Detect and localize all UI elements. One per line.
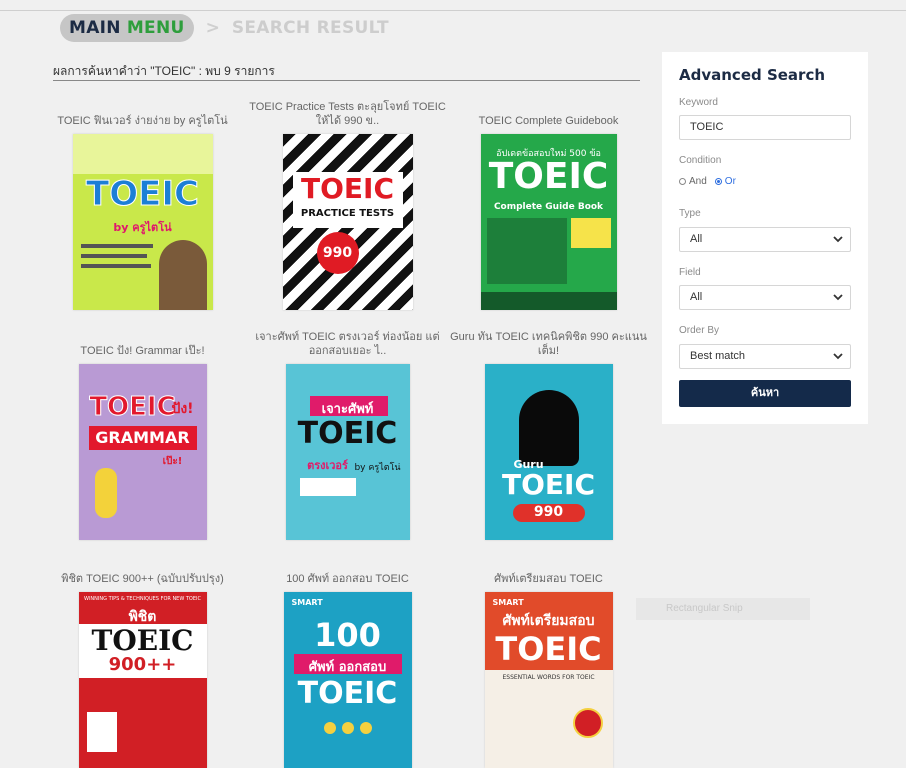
book-title[interactable]: เจาะศัพท์ TOEIC ตรงเวอร์ ท่องน้อย แต่ออก… (245, 328, 450, 358)
book-title[interactable]: 100 ศัพท์ ออกสอบ TOEIC (245, 556, 450, 586)
field-label: Field (679, 267, 701, 278)
cover-score: 990 (533, 504, 564, 520)
advanced-search-panel: Advanced Search Keyword TOEIC Condition … (662, 52, 868, 424)
cover-subtitle: GRAMMAR (95, 428, 190, 447)
snip-overlay-label: Rectangular Snip (636, 598, 810, 620)
cover-title: TOEIC (502, 468, 595, 501)
field-select-value: All (690, 291, 703, 303)
cover-publisher: SMART (492, 598, 524, 607)
book-card[interactable]: เจาะศัพท์ TOEIC ตรงเวอร์ ท่องน้อย แต่ออก… (245, 328, 450, 540)
cover-title: TOEIC (495, 630, 602, 668)
condition-and-label[interactable]: And (689, 176, 707, 187)
cover-portrait (158, 240, 207, 310)
book-cover[interactable]: SMART 100 ศัพท์ ออกสอบ TOEIC (283, 592, 412, 768)
book-title[interactable]: ศัพท์เตรียมสอบ TOEIC (446, 556, 651, 586)
cover-subtitle: ศัพท์ ออกสอบ (308, 660, 387, 675)
breadcrumb-current: SEARCH RESULT (231, 18, 389, 38)
book-card[interactable]: TOEIC ปัง! Grammar เป๊ะ! TOEIC ปัง! GRAM… (40, 328, 245, 540)
cover-mid-text: ศัพท์เตรียมสอบ (502, 613, 595, 629)
keyword-label: Keyword (679, 97, 718, 108)
cover-title: TOEIC (301, 172, 394, 205)
cover-title: TOEIC (488, 156, 609, 197)
result-heading: ผลการค้นหาคำว่า "TOEIC" : พบ 9 รายการ (53, 62, 640, 81)
order-by-select[interactable]: Best match (679, 344, 851, 369)
top-divider (0, 10, 906, 11)
type-select-value: All (690, 233, 703, 245)
book-title[interactable]: พิชิต TOEIC 900++ (ฉบับปรับปรุง) (40, 556, 245, 586)
cover-people-strip (72, 134, 213, 174)
type-select[interactable]: All (679, 227, 851, 252)
snip-overlay-text: Rectangular Snip (666, 603, 743, 614)
book-title[interactable]: TOEIC ปัง! Grammar เป๊ะ! (40, 328, 245, 358)
cover-title: TOEIC (297, 416, 398, 451)
book-card[interactable]: TOEIC Practice Tests ตะลุยโจทย์ TOEIC ให… (245, 98, 450, 310)
book-title[interactable]: TOEIC Complete Guidebook (446, 98, 651, 128)
breadcrumb: MAIN MENU > SEARCH RESULT (60, 13, 389, 43)
book-card[interactable]: TOEIC Complete Guidebook อัปเดตข้อสอบใหม… (446, 98, 651, 310)
cover-top-text: WINNING TIPS & TECHNIQUES FOR NEW TOEIC (84, 596, 201, 602)
book-card[interactable]: ศัพท์เตรียมสอบ TOEIC SMART ศัพท์เตรียมสอ… (446, 556, 651, 768)
cover-score-badge: 990 (316, 232, 359, 274)
condition-label: Condition (679, 155, 722, 166)
cover-portrait (518, 390, 579, 466)
cover-subtitle: ESSENTIAL WORDS FOR TOEIC (502, 674, 595, 681)
cover-subtitle-2: เป๊ะ! (162, 456, 183, 467)
condition-radio-group: And Or (679, 176, 736, 187)
cover-subtitle: Complete Guide Book (493, 202, 604, 212)
search-button[interactable]: ค้นหา (679, 380, 851, 407)
book-cover[interactable]: WINNING TIPS & TECHNIQUES FOR NEW TOEIC … (78, 592, 207, 768)
order-by-select-value: Best match (690, 350, 746, 362)
book-card[interactable]: Guru ทัน TOEIC เทคนิคพิชิต 990 คะแนนเต็ม… (446, 328, 651, 540)
book-cover[interactable]: SMART ศัพท์เตรียมสอบ TOEIC ESSENTIAL WOR… (484, 592, 613, 768)
chevron-down-icon (833, 236, 843, 243)
book-title[interactable]: Guru ทัน TOEIC เทคนิคพิชิต 990 คะแนนเต็ม… (446, 328, 651, 358)
chevron-down-icon (833, 353, 843, 360)
cover-subtitle-2: by ครูไตโน่ (354, 463, 401, 473)
advanced-search-title: Advanced Search (679, 66, 826, 84)
cover-subtitle: by ครูไตโน่ (113, 221, 172, 234)
book-card[interactable]: TOEIC ฟินเวอร์ ง่ายง่าย by ครูไตโน่ TOEI… (40, 98, 245, 310)
cover-banana (94, 468, 117, 518)
condition-or-label[interactable]: Or (725, 176, 736, 187)
book-cover[interactable]: TOEIC by ครูไตโน่ (72, 134, 213, 310)
cover-title: TOEIC (297, 676, 398, 711)
order-by-label: Order By (679, 325, 720, 336)
book-cover[interactable]: Guru TOEIC 990 (484, 364, 613, 540)
book-title[interactable]: TOEIC Practice Tests ตะลุยโจทย์ TOEIC ให… (245, 98, 450, 128)
cover-title: TOEIC (91, 624, 194, 657)
cover-publisher: SMART (291, 598, 323, 607)
cover-subtitle: PRACTICE TESTS (300, 208, 395, 219)
chevron-down-icon (833, 294, 843, 301)
keyword-input[interactable]: TOEIC (679, 115, 851, 140)
breadcrumb-separator: > (205, 18, 220, 38)
book-cover[interactable]: TOEIC ปัง! GRAMMAR เป๊ะ! (78, 364, 207, 540)
cover-title-2: ปัง! (171, 401, 194, 417)
book-card[interactable]: 100 ศัพท์ ออกสอบ TOEIC SMART 100 ศัพท์ อ… (245, 556, 450, 768)
result-heading-rule (53, 80, 640, 81)
book-card[interactable]: พิชิต TOEIC 900++ (ฉบับปรับปรุง) WINNING… (40, 556, 245, 768)
book-cover[interactable]: TOEIC PRACTICE TESTS 990 (282, 134, 413, 310)
book-title[interactable]: TOEIC ฟินเวอร์ ง่ายง่าย by ครูไตโน่ (40, 98, 245, 128)
main-menu-button[interactable]: MAIN MENU (60, 14, 194, 42)
result-heading-text: ผลการค้นหาคำว่า "TOEIC" : พบ 9 รายการ (53, 64, 275, 78)
main-menu-word2: MENU (126, 18, 185, 38)
type-label: Type (679, 208, 701, 219)
book-cover[interactable]: เจาะศัพท์ TOEIC ตรงเวอร์ by ครูไตโน่ (285, 364, 410, 540)
cover-mid-text: 100 (314, 616, 381, 654)
keyword-input-value: TOEIC (690, 121, 724, 133)
condition-or-radio[interactable] (714, 178, 722, 185)
book-cover[interactable]: อัปเดตข้อสอบใหม่ 500 ข้อ TOEIC Complete … (480, 134, 617, 310)
field-select[interactable]: All (679, 285, 851, 310)
main-menu-word1: MAIN (69, 18, 121, 38)
condition-and-radio[interactable] (679, 178, 686, 185)
cover-subtitle: 900++ (108, 654, 177, 675)
cover-title: TOEIC (86, 174, 200, 215)
